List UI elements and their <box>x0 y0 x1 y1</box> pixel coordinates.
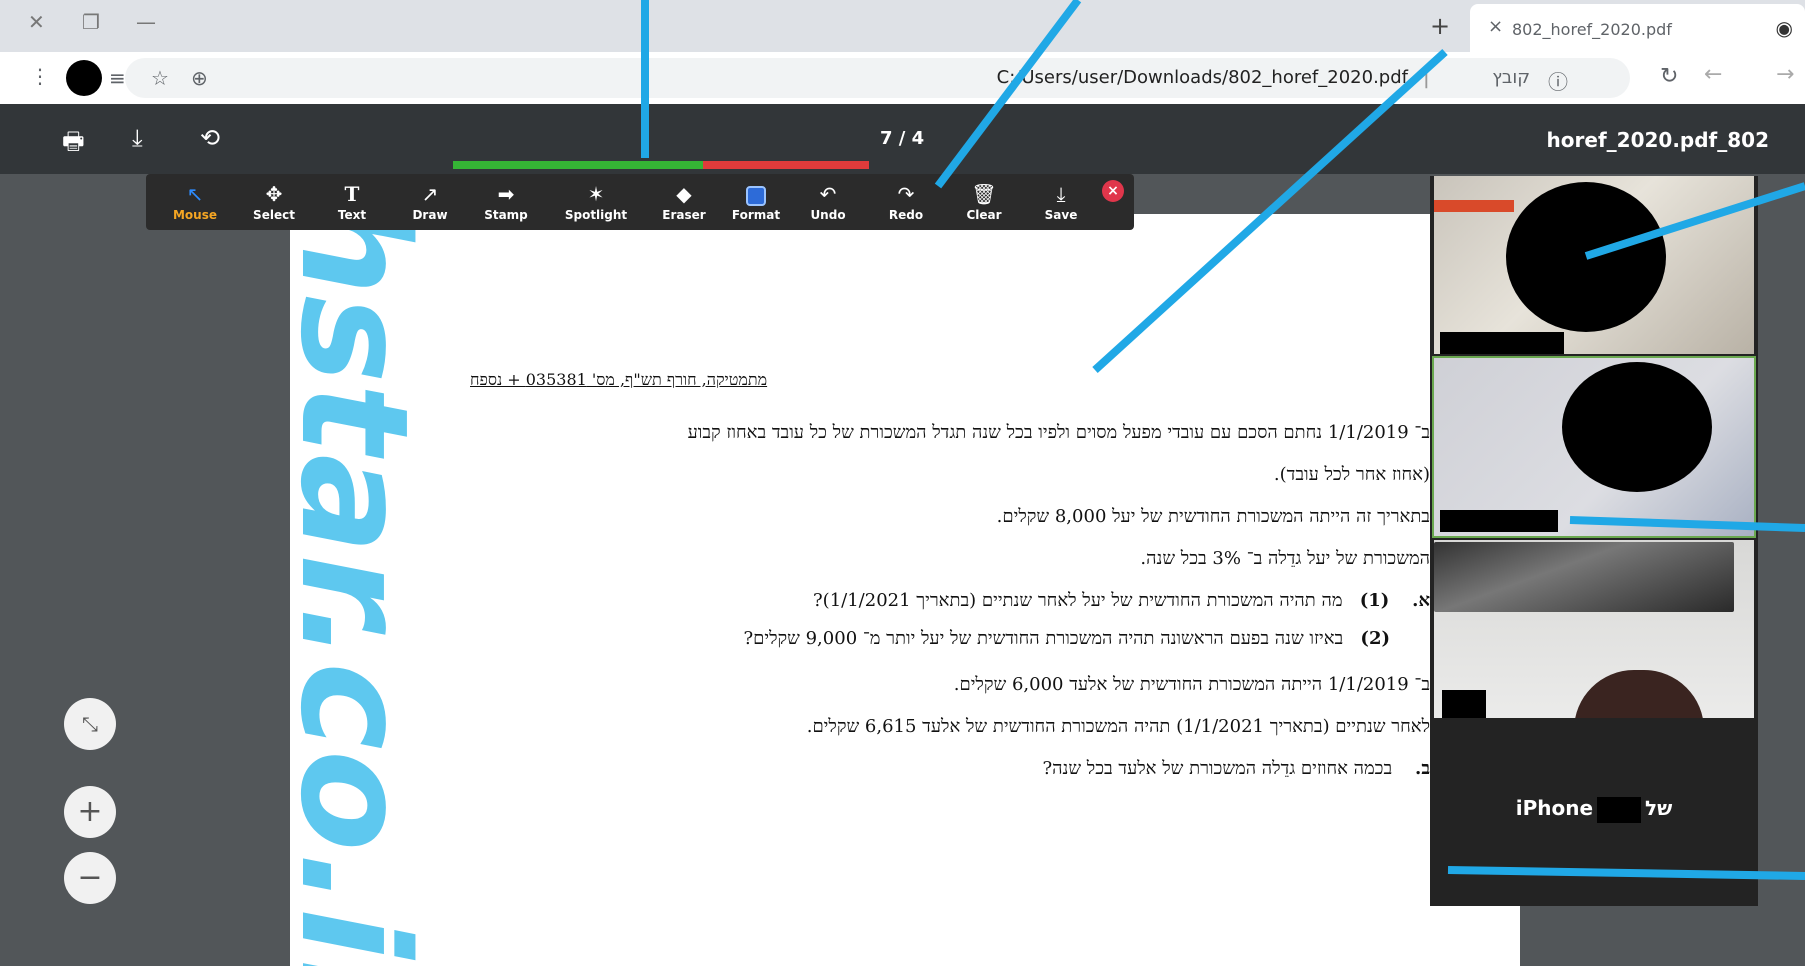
doc-line-8: לאחר שנתיים (בתאריך 1/1/2021) תהיה המשכו… <box>806 716 1430 737</box>
url-text: C:/Users/user/Downloads/802_horef_2020.p… <box>996 67 1408 88</box>
restore-window-icon[interactable]: ❐ <box>82 10 100 34</box>
tool-save[interactable]: ⤓ Save <box>1025 182 1097 222</box>
mouse-pointer-icon: ↖ <box>186 182 204 206</box>
file-scheme-label: קובץ <box>1492 67 1530 88</box>
star-icon[interactable]: ☆ <box>151 66 169 90</box>
info-icon[interactable]: ⓘ <box>1548 66 1568 95</box>
tool-eraser[interactable]: ◆ Eraser <box>648 182 720 222</box>
save-icon: ⤓ <box>1056 182 1066 206</box>
trash-icon: 🗑 <box>971 182 997 206</box>
video-tile-3[interactable] <box>1434 540 1754 718</box>
text-icon: T <box>344 182 360 206</box>
globe-icon: ◉ <box>1775 16 1793 40</box>
redacted-face <box>1562 362 1712 492</box>
browser-tab-strip: ✕ ❐ — + × 802_horef_2020.pdf ◉ <box>0 0 1805 52</box>
tool-select[interactable]: ✥ Select <box>238 182 310 222</box>
doc-line-2: (אחוז אחר לכל עובד). <box>1273 464 1430 485</box>
label-a1: (1) <box>1359 590 1390 611</box>
url-separator: | <box>1422 64 1430 89</box>
undo-icon: ↶ <box>819 182 837 206</box>
tool-spotlight[interactable]: ✶ Spotlight <box>560 182 632 222</box>
tab-title: 802_horef_2020.pdf <box>1512 20 1672 39</box>
redacted-nameplate <box>1440 332 1564 354</box>
doc-line-3: בתאריך זה הייתה המשכורת החודשית של יעל 8… <box>996 506 1430 527</box>
iphone-participant-label[interactable]: iPhone של <box>1430 796 1758 823</box>
zoom-in-button[interactable]: + <box>64 786 116 838</box>
zoom-out-button[interactable]: − <box>64 852 116 904</box>
reload-icon[interactable]: ↻ <box>1660 64 1678 89</box>
tab-close-icon[interactable]: × <box>1488 16 1503 37</box>
close-annotation-button[interactable]: × <box>1102 180 1124 202</box>
tool-draw[interactable]: ↗ Draw <box>394 182 466 222</box>
zoom-icon[interactable]: ⊕ <box>191 66 208 90</box>
tool-undo[interactable]: ↶ Undo <box>792 182 864 222</box>
arrow-right-icon: ➡ <box>497 182 515 206</box>
doc-line-1: ב־ 1/1/2019 נחתם הסכם עם עובדי מפעל מסוי… <box>687 422 1430 443</box>
tool-mouse[interactable]: ↖ Mouse <box>159 182 231 222</box>
new-tab-button[interactable]: + <box>1430 12 1450 40</box>
address-bar[interactable]: ≡ ☆ ⊕ C:/Users/user/Downloads/802_horef_… <box>109 58 1630 98</box>
page-indicator: 7 / 4 <box>880 128 925 149</box>
doc-line-7: ב־ 1/1/2019 הייתה המשכורת החודשית של אלע… <box>953 674 1430 695</box>
redacted-face <box>1506 182 1666 332</box>
document-title: horef_2020.pdf_802 <box>1546 128 1769 152</box>
move-icon: ✥ <box>265 182 283 206</box>
color-swatch-icon <box>720 182 792 206</box>
forward-icon[interactable]: ← <box>1704 62 1722 87</box>
draw-icon: ↗ <box>421 182 439 206</box>
menu-kebab-icon[interactable]: ⋮ <box>30 64 50 88</box>
eraser-icon: ◆ <box>676 182 692 206</box>
tool-text[interactable]: T Text <box>316 182 388 222</box>
rotate-icon[interactable]: ⟲ <box>200 124 220 152</box>
doc-line-6: (2) באיזו שנה בפעם הראשונה תהיה המשכורת … <box>743 628 1390 649</box>
tool-stamp[interactable]: ➡ Stamp <box>470 182 542 222</box>
video-panel: iPhone של <box>1430 176 1758 906</box>
label-a2: (2) <box>1360 628 1390 649</box>
redacted-name <box>1597 796 1642 823</box>
annotation-progress <box>453 161 869 169</box>
avatar[interactable] <box>66 60 102 96</box>
redo-icon: ↷ <box>897 182 915 206</box>
tool-redo[interactable]: ↷ Redo <box>870 182 942 222</box>
watermark-text: hstar.co.il <box>300 190 440 966</box>
redacted-nameplate <box>1440 510 1558 532</box>
watermark: hstar.co.il <box>300 190 460 966</box>
tool-format[interactable]: Format <box>720 182 792 222</box>
label-a: א. <box>1412 590 1430 611</box>
print-icon[interactable]: 🖶 <box>62 124 85 165</box>
back-icon[interactable]: → <box>1776 62 1794 87</box>
fit-page-button[interactable]: ⤡ <box>64 698 116 750</box>
doc-line-5: א. (1) מה תהיה המשכורת החודשית של יעל לא… <box>813 590 1430 611</box>
background-stripe <box>1434 200 1514 212</box>
tool-clear[interactable]: 🗑 Clear <box>948 182 1020 222</box>
browser-tab[interactable]: × 802_horef_2020.pdf ◉ <box>1470 4 1805 52</box>
participant <box>1574 670 1704 718</box>
redacted-nameplate <box>1442 690 1486 718</box>
download-icon[interactable]: ⤓ <box>132 124 143 152</box>
pdf-toolbar: 🖶 ⤓ ⟲ 7 / 4 horef_2020.pdf_802 <box>0 104 1805 174</box>
screen: ✕ ❐ — + × 802_horef_2020.pdf ◉ ⋮ ≡ ☆ ⊕ C… <box>0 0 1805 966</box>
doc-line-4: המשכורת של יעל גדֵלה ב־ 3% בכל שנה. <box>1140 548 1430 569</box>
doc-line-9: ב. בכמה אחוזים גדֵלה המשכורת של אלעד בכל… <box>1042 758 1430 779</box>
reading-list-icon[interactable]: ≡ <box>109 66 126 90</box>
minimize-window-icon[interactable]: — <box>136 10 156 34</box>
magic-wand-icon: ✶ <box>587 182 605 206</box>
wall-painting <box>1434 542 1734 612</box>
progress-red <box>703 161 869 169</box>
progress-green <box>453 161 703 169</box>
close-window-icon[interactable]: ✕ <box>28 10 45 34</box>
document-header: מתמטיקה, חורף תש"ף, מס' 035381 + נספח <box>470 370 768 389</box>
label-b: ב. <box>1415 758 1430 779</box>
video-tile-1[interactable] <box>1434 176 1754 354</box>
video-tile-2[interactable] <box>1432 356 1756 538</box>
